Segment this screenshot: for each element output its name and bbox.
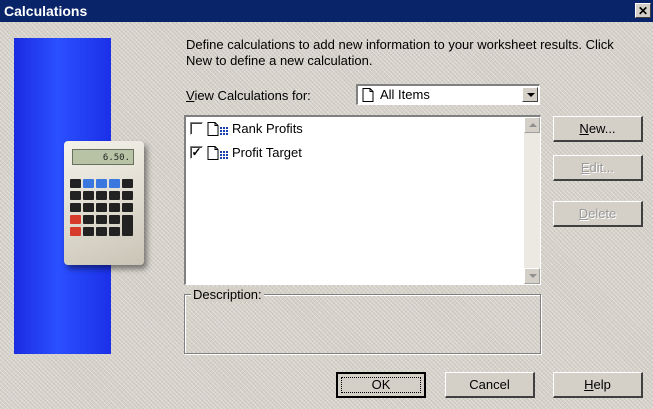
list-item-rank-profits[interactable]: Rank Profits <box>190 119 510 139</box>
calculations-dialog: Calculations ✕ 6.50. Define calculations… <box>0 0 653 409</box>
description-groupbox: Description: <box>184 287 541 354</box>
list-item-label: Profit Target <box>232 145 302 160</box>
calculator-illustration: 6.50. <box>64 141 144 265</box>
window-title: Calculations <box>4 3 88 19</box>
arrow-up-icon <box>529 123 537 127</box>
checkmark-icon: ✓ <box>191 145 202 159</box>
close-button[interactable]: ✕ <box>635 3 651 18</box>
chevron-down-icon <box>527 93 535 97</box>
title-bar[interactable]: Calculations ✕ <box>0 0 653 22</box>
list-item-label: Rank Profits <box>232 121 303 136</box>
calculation-doc-icon <box>207 146 228 160</box>
checkbox-profit-target[interactable]: ✓ <box>190 146 203 159</box>
dropdown-selected-value: All Items <box>380 87 430 102</box>
new-button[interactable]: New... <box>553 116 643 142</box>
checkbox-rank-profits[interactable] <box>190 122 203 135</box>
calculation-doc-icon <box>207 122 228 136</box>
list-scrollbar[interactable] <box>524 117 540 284</box>
calculations-list[interactable]: Rank Profits ✓ Profit Target <box>184 115 541 285</box>
edit-button[interactable]: Edit... <box>553 155 643 181</box>
view-calculations-dropdown[interactable]: All Items <box>356 84 540 105</box>
description-label: Description: <box>191 287 264 302</box>
close-icon: ✕ <box>637 4 649 18</box>
list-item-profit-target[interactable]: ✓ Profit Target <box>190 143 510 163</box>
document-icon <box>362 88 374 102</box>
view-calculations-label: View Calculations for: <box>186 88 311 103</box>
calculator-display: 6.50. <box>72 149 134 165</box>
scroll-down-button[interactable] <box>524 268 540 284</box>
ok-button[interactable]: OK <box>336 372 426 398</box>
instructions-text: Define calculations to add new informati… <box>186 37 614 68</box>
delete-button[interactable]: Delete <box>553 201 643 227</box>
dropdown-arrow-button[interactable] <box>522 87 538 102</box>
cancel-button[interactable]: Cancel <box>445 372 535 398</box>
scroll-up-button[interactable] <box>524 117 540 133</box>
arrow-down-icon <box>529 274 537 278</box>
help-button[interactable]: Help <box>553 372 643 398</box>
